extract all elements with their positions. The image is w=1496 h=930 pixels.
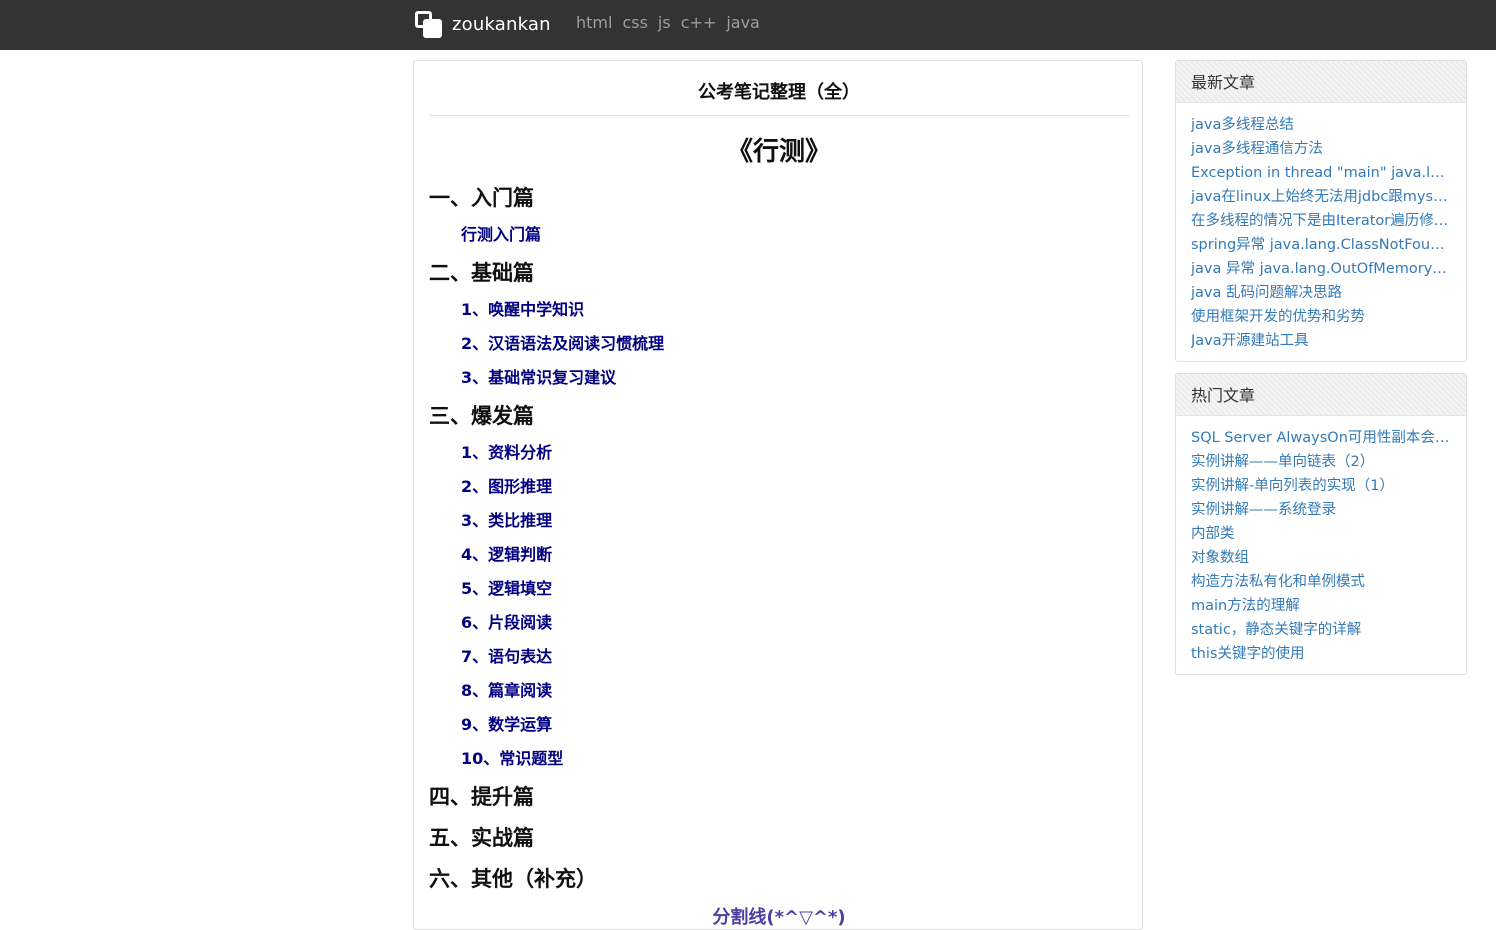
toc-link[interactable]: 行测入门篇 (461, 221, 541, 245)
nav-link-java[interactable]: java (726, 13, 760, 32)
latest-article-link[interactable]: spring异常 java.lang.ClassNotFoundExceptio… (1191, 233, 1451, 257)
section-heading-practice: 五、实战篇 (429, 826, 534, 850)
section-heading-other: 六、其他（补充） (429, 867, 597, 891)
toc-link[interactable]: 1、唤醒中学知识 (461, 296, 584, 320)
toc-link[interactable]: 8、篇章阅读 (461, 677, 552, 701)
toc-link[interactable]: 7、语句表达 (461, 643, 552, 667)
hot-article-link[interactable]: this关键字的使用 (1191, 642, 1451, 666)
hot-articles-panel: 热门文章 SQL Server AlwaysOn可用性副本会话超时 实例讲解——… (1175, 373, 1467, 675)
hot-article-link[interactable]: 实例讲解——单向链表（2） (1191, 450, 1451, 474)
section-heading-basics: 二、基础篇 (429, 261, 534, 285)
latest-article-link[interactable]: 使用框架开发的优势和劣势 (1191, 305, 1451, 329)
brand-link[interactable]: zoukankan (415, 9, 551, 39)
latest-article-link[interactable]: java 乱码问题解决思路 (1191, 281, 1451, 305)
toc-link[interactable]: 3、类比推理 (461, 507, 552, 531)
hot-article-link[interactable]: 构造方法私有化和单例模式 (1191, 570, 1451, 594)
nav-link-html[interactable]: html (576, 13, 612, 32)
toc-link[interactable]: 3、基础常识复习建议 (461, 364, 616, 388)
hot-article-link[interactable]: 实例讲解——系统登录 (1191, 498, 1451, 522)
brand-name: zoukankan (452, 13, 551, 35)
article-title: 公考笔记整理（全） (698, 82, 860, 103)
toc-link[interactable]: 2、图形推理 (461, 473, 552, 497)
section-heading-improve: 四、提升篇 (429, 785, 534, 809)
hot-article-link[interactable]: static，静态关键字的详解 (1191, 618, 1451, 642)
nav-link-css[interactable]: css (622, 13, 647, 32)
toc-link[interactable]: 5、逻辑填空 (461, 575, 552, 599)
toc-link[interactable]: 10、常识题型 (461, 745, 563, 769)
section-heading-burst: 三、爆发篇 (429, 404, 534, 428)
hot-article-link[interactable]: SQL Server AlwaysOn可用性副本会话超时 (1191, 426, 1451, 450)
logo-icon (415, 10, 442, 38)
divider-link[interactable]: 分割线(*^▽^*) (429, 903, 1129, 929)
nav-links: html css js c++ java (576, 13, 760, 32)
hot-article-link[interactable]: 对象数组 (1191, 546, 1451, 570)
nav-link-js[interactable]: js (658, 13, 671, 32)
latest-articles-title: 最新文章 (1176, 61, 1466, 103)
latest-article-link[interactable]: java在linux上始终无法用jdbc跟mysql连接 (1191, 185, 1451, 209)
toc-link[interactable]: 1、资料分析 (461, 439, 552, 463)
toc-link[interactable]: 6、片段阅读 (461, 609, 552, 633)
toc-link[interactable]: 4、逻辑判断 (461, 541, 552, 565)
article-panel: 公考笔记整理（全） 《行测》 一、入门篇 行测入门篇 二、基础篇 1、唤醒中学知… (413, 60, 1143, 930)
title-divider (429, 115, 1129, 116)
latest-article-link[interactable]: Java开源建站工具 (1191, 329, 1451, 353)
book-title: 《行测》 (726, 137, 831, 167)
latest-article-link[interactable]: Exception in thread "main" java.lang.Cla… (1191, 161, 1451, 185)
toc-link[interactable]: 2、汉语语法及阅读习惯梳理 (461, 330, 664, 354)
hot-article-link[interactable]: 实例讲解-单向列表的实现（1） (1191, 474, 1451, 498)
latest-article-link[interactable]: java多线程通信方法 (1191, 137, 1451, 161)
hot-article-link[interactable]: 内部类 (1191, 522, 1451, 546)
hot-articles-title: 热门文章 (1176, 374, 1466, 416)
top-navbar: zoukankan html css js c++ java (0, 0, 1496, 50)
latest-article-link[interactable]: 在多线程的情况下是由Iterator遍历修改集合 (1191, 209, 1451, 233)
toc-link[interactable]: 9、数学运算 (461, 711, 552, 735)
latest-articles-panel: 最新文章 java多线程总结 java多线程通信方法 Exception in … (1175, 60, 1467, 362)
nav-link-cpp[interactable]: c++ (681, 13, 717, 32)
hot-article-link[interactable]: main方法的理解 (1191, 594, 1451, 618)
section-heading-intro: 一、入门篇 (429, 186, 534, 210)
latest-article-link[interactable]: java多线程总结 (1191, 113, 1451, 137)
latest-article-link[interactable]: java 异常 java.lang.OutOfMemoryError (1191, 257, 1451, 281)
